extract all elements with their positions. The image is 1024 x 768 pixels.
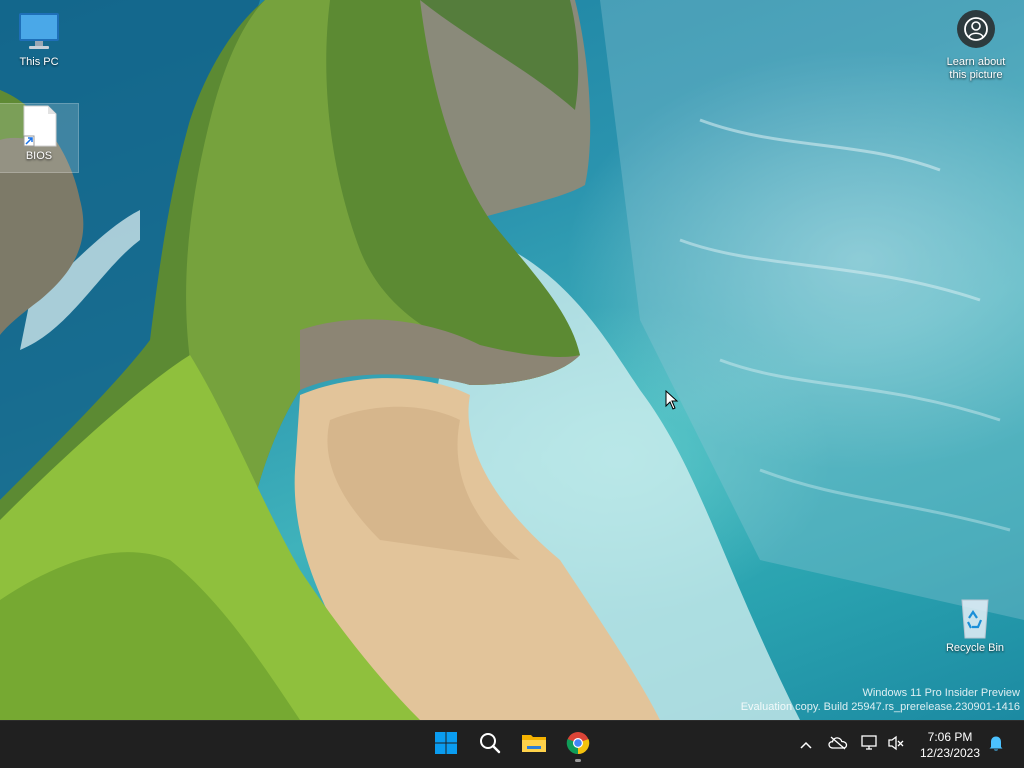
- onedrive-button[interactable]: [828, 735, 848, 755]
- desktop-icon-label: BIOS: [25, 150, 53, 162]
- desktop-icon-bios[interactable]: BIOS: [0, 103, 79, 173]
- file-explorer-icon: [521, 732, 547, 759]
- volume-button[interactable]: [886, 735, 906, 755]
- desktop-icon-recycle-bin[interactable]: Recycle Bin: [936, 596, 1014, 654]
- recycle-bin-icon: [952, 596, 998, 640]
- search-button[interactable]: [472, 727, 508, 763]
- wallpaper-scene: [0, 0, 1024, 720]
- this-pc-icon: [16, 10, 62, 54]
- network-icon: [861, 734, 879, 756]
- shortcut-file-icon: [16, 104, 62, 148]
- notification-bell-icon: [988, 734, 1004, 757]
- watermark-line2: Evaluation copy. Build 25947.rs_prerelea…: [740, 701, 1020, 713]
- mouse-pointer-icon: [665, 389, 679, 415]
- taskbar-clock[interactable]: 7:06 PM 12/23/2023: [912, 729, 988, 761]
- notification-center-button[interactable]: [986, 735, 1006, 755]
- clock-time: 7:06 PM: [927, 730, 973, 744]
- chrome-button[interactable]: [560, 727, 596, 763]
- windows-build-watermark: Windows 11 Pro Insider Preview Evaluatio…: [741, 686, 1020, 714]
- volume-muted-icon: [887, 735, 905, 756]
- desktop-icon-label: Recycle Bin: [945, 642, 1005, 654]
- spotlight-learn-about-picture[interactable]: Learn about this picture: [936, 10, 1016, 82]
- desktop-wallpaper: [0, 0, 1024, 720]
- chrome-icon: [566, 731, 590, 760]
- start-button[interactable]: [428, 727, 464, 763]
- spotlight-label-line1: Learn about: [946, 56, 1006, 68]
- camera-lens-icon: [957, 10, 995, 48]
- search-icon: [478, 731, 502, 760]
- spotlight-label-line2: this picture: [949, 69, 1003, 81]
- file-explorer-button[interactable]: [516, 727, 552, 763]
- desktop-icon-this-pc[interactable]: This PC: [0, 10, 78, 68]
- watermark-line1: Windows 11 Pro Insider Preview: [862, 687, 1020, 699]
- chevron-up-icon: [800, 736, 812, 754]
- show-hidden-icons-button[interactable]: [796, 735, 816, 755]
- taskbar: 7:06 PM 12/23/2023: [0, 720, 1024, 768]
- windows-start-icon: [434, 731, 458, 760]
- network-button[interactable]: [860, 734, 880, 756]
- clock-date: 12/23/2023: [919, 746, 981, 760]
- desktop-icon-label: This PC: [19, 56, 59, 68]
- onedrive-offline-icon: [828, 736, 848, 755]
